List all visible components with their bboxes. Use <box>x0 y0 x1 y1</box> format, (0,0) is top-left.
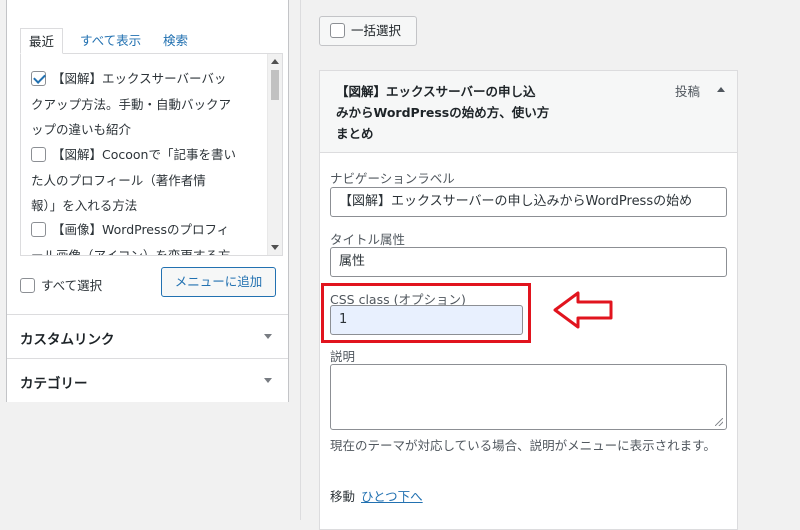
scroll-thumb[interactable] <box>271 70 279 100</box>
select-all-checkbox[interactable] <box>20 278 35 293</box>
description-label: 説明 <box>330 349 356 364</box>
menu-item-type: 投稿 <box>675 84 701 99</box>
expand-arrow-icon <box>264 378 272 383</box>
accordion-custom-links[interactable]: カスタムリンク <box>7 314 288 358</box>
post-item[interactable]: 【図解】Cocoonで「記事を書い た人のプロフィール（著作者情 報）」を入れる… <box>31 142 263 219</box>
resize-handle-icon[interactable] <box>715 418 723 426</box>
tab-search[interactable]: 検索 <box>155 28 196 54</box>
post-item[interactable]: 【図解】エックスサーバーバッ クアップ方法。手動・自動バックア ップの違いも紹介 <box>31 66 263 143</box>
post-item[interactable]: 【画像】WordPressのプロフィ ール画像（アイコン）を変更する方 <box>31 217 263 255</box>
title-attribute-label: タイトル属性 <box>330 232 406 247</box>
scroll-up-arrow-icon[interactable] <box>271 59 279 64</box>
arrow-left-icon <box>553 291 613 329</box>
column-divider <box>300 0 301 520</box>
recent-posts-list: 【図解】エックスサーバーバッ クアップ方法。手動・自動バックア ップの違いも紹介… <box>20 53 283 256</box>
bulk-select-button[interactable]: 一括選択 <box>319 16 417 46</box>
title-attribute-input[interactable]: 属性 <box>330 247 727 277</box>
post-tabs: 最近 すべて表示 検索 <box>20 28 283 54</box>
expand-arrow-icon <box>264 334 272 339</box>
post-checkbox[interactable] <box>31 222 46 237</box>
navigation-label-label: ナビゲーションラベル <box>330 171 455 186</box>
highlight-box <box>321 283 531 343</box>
post-checkbox[interactable] <box>31 147 46 162</box>
select-all-option[interactable]: すべて選択 <box>20 275 102 294</box>
tab-view-all[interactable]: すべて表示 <box>72 28 149 54</box>
description-textarea[interactable] <box>330 364 727 430</box>
navigation-label-input[interactable]: 【図解】エックスサーバーの申し込みからWordPressの始め <box>330 187 727 217</box>
accordion-categories[interactable]: カテゴリー <box>7 358 288 402</box>
bulk-select-checkbox[interactable] <box>330 23 345 38</box>
collapse-arrow-icon[interactable] <box>717 87 725 92</box>
post-checkbox[interactable] <box>31 71 46 86</box>
add-to-menu-button[interactable]: メニューに追加 <box>161 267 276 297</box>
menu-item-title: 【図解】エックスサーバーの申し込 みからWordPressの始め方、使い方 まと… <box>336 84 550 141</box>
menu-item-header[interactable]: 【図解】エックスサーバーの申し込 みからWordPressの始め方、使い方 まと… <box>320 71 737 153</box>
move-row: 移動 ひとつ下へ <box>330 489 423 504</box>
tab-recent[interactable]: 最近 <box>20 28 64 54</box>
move-down-link[interactable]: ひとつ下へ <box>361 489 423 504</box>
list-scrollbar[interactable] <box>267 54 282 255</box>
scroll-down-arrow-icon[interactable] <box>271 245 279 250</box>
description-note: 現在のテーマが対応している場合、説明がメニューに表示されます。 <box>330 438 716 453</box>
